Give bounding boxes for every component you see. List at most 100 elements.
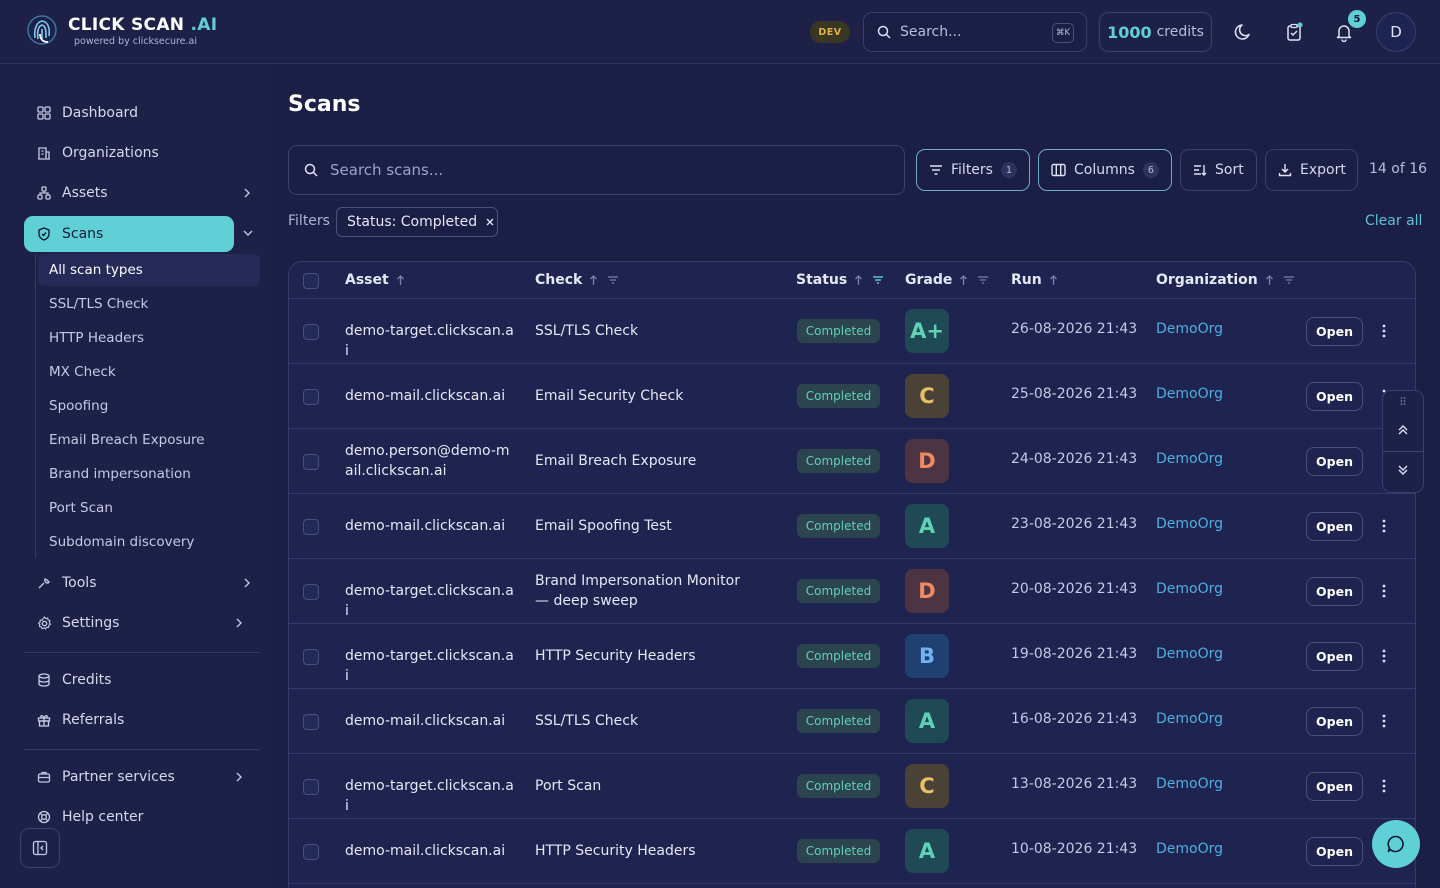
sidebar-item-label: Tools	[62, 575, 97, 591]
sidebar-subitem-ssl-tls[interactable]: SSL/TLS Check	[38, 288, 260, 320]
scan-search-input[interactable]: Search scans...	[288, 145, 905, 195]
organization-link[interactable]: DemoOrg	[1156, 516, 1223, 532]
export-button[interactable]: Export	[1265, 149, 1358, 191]
row-checkbox[interactable]	[303, 519, 319, 535]
close-icon[interactable]	[485, 217, 495, 227]
row-checkbox[interactable]	[303, 324, 319, 340]
sidebar-item-help-center[interactable]: Help center	[24, 799, 260, 835]
scroll-to-top-icon[interactable]	[1396, 423, 1410, 437]
sidebar-item-organizations[interactable]: Organizations	[24, 135, 260, 171]
organization-link[interactable]: DemoOrg	[1156, 451, 1223, 467]
row-checkbox[interactable]	[303, 844, 319, 860]
organization-link[interactable]: DemoOrg	[1156, 711, 1223, 727]
open-scan-button[interactable]: Open	[1306, 512, 1363, 541]
more-vertical-icon[interactable]	[1381, 778, 1387, 794]
status-badge: Completed	[797, 579, 880, 603]
sidebar-subitem-subdomain-discovery[interactable]: Subdomain discovery	[38, 526, 260, 558]
organization-link[interactable]: DemoOrg	[1156, 321, 1223, 337]
table-row[interactable]: demo-mail.clickscan.ai SSL/TLS Check Compl…	[289, 689, 1415, 754]
cell-run-date: 16-08-2026 21:43	[1011, 711, 1138, 727]
column-header-status[interactable]: Status	[796, 272, 884, 288]
more-vertical-icon[interactable]	[1381, 518, 1387, 534]
table-row[interactable]: demo-target.clickscan.ai HTTP Security He…	[289, 624, 1415, 689]
row-checkbox[interactable]	[303, 649, 319, 665]
column-header-organization[interactable]: Organization	[1156, 272, 1295, 288]
table-row[interactable]: demo-target.clickscan.ai SSL/TLS Check Com…	[289, 299, 1415, 364]
select-all-checkbox[interactable]	[303, 273, 319, 289]
cell-asset: demo-target.clickscan.ai	[345, 648, 514, 684]
table-row[interactable]: demo-target.clickscan.ai Brand Impersonat…	[289, 559, 1415, 624]
row-checkbox[interactable]	[303, 454, 319, 470]
more-vertical-icon[interactable]	[1381, 713, 1387, 729]
table-row[interactable]: demo-mail.clickscan.ai Email Security Che…	[289, 364, 1415, 429]
more-vertical-icon[interactable]	[1381, 583, 1387, 599]
organization-link[interactable]: DemoOrg	[1156, 841, 1223, 857]
table-row[interactable]: demo-mail.clickscan.ai HTTP Security Head…	[289, 819, 1415, 884]
sidebar-item-assets[interactable]: Assets	[24, 175, 260, 211]
sidebar-subitem-mx-check[interactable]: MX Check	[38, 356, 260, 388]
organization-link[interactable]: DemoOrg	[1156, 646, 1223, 662]
scroll-to-bottom-icon[interactable]	[1396, 463, 1410, 477]
tasks-button[interactable]	[1282, 20, 1306, 44]
organization-link[interactable]: DemoOrg	[1156, 581, 1223, 597]
moon-icon	[1234, 24, 1250, 40]
sidebar-item-dashboard[interactable]: Dashboard	[24, 95, 260, 131]
network-icon	[37, 186, 51, 200]
open-scan-button[interactable]: Open	[1306, 317, 1363, 346]
sidebar-item-settings[interactable]: Settings	[24, 605, 260, 641]
global-search-input[interactable]: Search... ⌘K	[863, 12, 1087, 52]
row-checkbox[interactable]	[303, 779, 319, 795]
credits-button[interactable]: 1000 credits	[1099, 12, 1212, 52]
user-avatar[interactable]: D	[1376, 12, 1416, 52]
table-row[interactable]: demo-target.clickscan.ai Port Scan Complet…	[289, 754, 1415, 819]
sidebar-item-scans[interactable]: Scans	[24, 216, 234, 252]
organization-link[interactable]: DemoOrg	[1156, 386, 1223, 402]
column-filter-icon[interactable]	[977, 274, 989, 286]
table-row[interactable]: demo-mail.clickscan.ai Email Spoofing Tes…	[289, 494, 1415, 559]
sidebar-subitem-all-scan-types[interactable]: All scan types	[38, 254, 260, 286]
row-checkbox[interactable]	[303, 389, 319, 405]
organization-link[interactable]: DemoOrg	[1156, 776, 1223, 792]
column-header-check[interactable]: Check	[535, 272, 619, 288]
sidebar-subitem-port-scan[interactable]: Port Scan	[38, 492, 260, 524]
filter-chip-status[interactable]: Status: Completed	[336, 207, 498, 237]
sidebar-item-tools[interactable]: Tools	[24, 565, 260, 601]
columns-button[interactable]: Columns 6	[1038, 149, 1172, 191]
row-checkbox[interactable]	[303, 714, 319, 730]
sidebar-item-credits[interactable]: Credits	[24, 662, 260, 698]
more-vertical-icon[interactable]	[1381, 323, 1387, 339]
column-header-asset[interactable]: Asset	[345, 272, 405, 288]
sort-arrow-up-icon	[855, 275, 863, 285]
sidebar-item-partner-services[interactable]: Partner services	[24, 759, 260, 795]
open-scan-button[interactable]: Open	[1306, 772, 1363, 801]
column-header-run[interactable]: Run	[1011, 272, 1058, 288]
row-checkbox[interactable]	[303, 584, 319, 600]
column-filter-icon[interactable]	[607, 274, 619, 286]
sort-button[interactable]: Sort	[1180, 149, 1257, 191]
column-filter-active-icon[interactable]	[872, 274, 884, 286]
brand-logo[interactable]: CLICK SCAN .AI powered by clicksecure.ai	[26, 12, 217, 50]
theme-toggle-button[interactable]	[1232, 20, 1256, 44]
sidebar-item-referrals[interactable]: Referrals	[24, 702, 260, 738]
sidebar-subitem-spoofing[interactable]: Spoofing	[38, 390, 260, 422]
column-filter-icon[interactable]	[1283, 274, 1295, 286]
table-row[interactable]: demo.person@demo-mail.clickscan.ai Email …	[289, 429, 1415, 494]
open-scan-button[interactable]: Open	[1306, 707, 1363, 736]
sidebar-subitem-email-breach[interactable]: Email Breach Exposure	[38, 424, 260, 456]
open-scan-button[interactable]: Open	[1306, 382, 1363, 411]
sidebar-subitem-brand-impersonation[interactable]: Brand impersonation	[38, 458, 260, 490]
open-scan-button[interactable]: Open	[1306, 447, 1363, 476]
drag-handle-icon[interactable]	[1400, 396, 1406, 406]
sidebar-subitem-http-headers[interactable]: HTTP Headers	[38, 322, 260, 354]
support-chat-button[interactable]	[1372, 820, 1420, 868]
column-header-grade[interactable]: Grade	[905, 272, 989, 288]
chevron-down-icon[interactable]	[241, 226, 255, 240]
sidebar-collapse-button[interactable]	[20, 828, 60, 868]
grade-badge: B	[905, 634, 949, 678]
filters-button[interactable]: Filters 1	[916, 149, 1030, 191]
more-vertical-icon[interactable]	[1381, 648, 1387, 664]
clear-all-filters-link[interactable]: Clear all	[1365, 213, 1422, 229]
open-scan-button[interactable]: Open	[1306, 837, 1363, 866]
open-scan-button[interactable]: Open	[1306, 642, 1363, 671]
open-scan-button[interactable]: Open	[1306, 577, 1363, 606]
